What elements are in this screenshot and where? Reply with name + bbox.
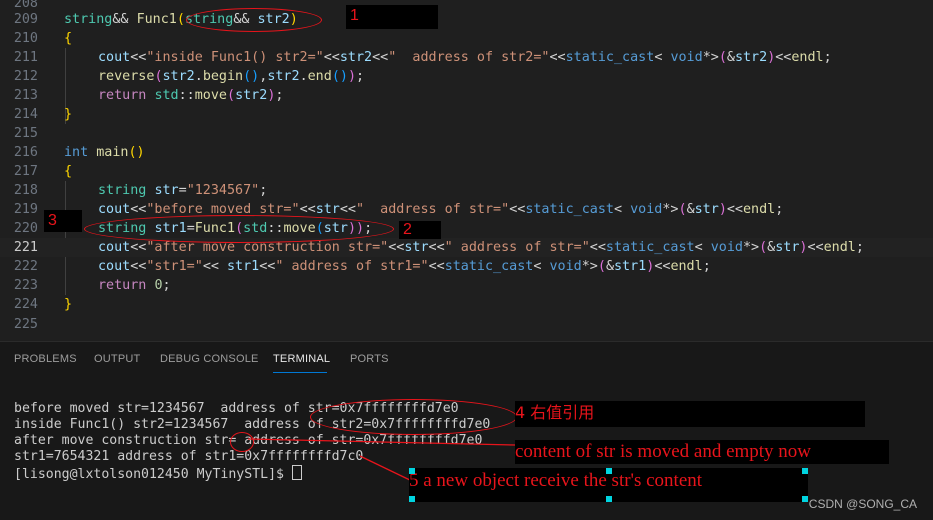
terminal-line: after move construction str= address of … (14, 433, 483, 448)
terminal-prompt-line[interactable]: [lisong@lxtolson012450 MyTinySTL]$ (14, 465, 302, 483)
selection-handle[interactable] (606, 496, 612, 502)
code-line-215: 215 (13, 126, 38, 141)
selection-handle[interactable] (606, 468, 612, 474)
code-line-214: 214} (13, 107, 73, 122)
terminal-prompt: [lisong@lxtolson012450 MyTinySTL]$ (14, 467, 292, 482)
tab-debug-console[interactable]: DEBUG CONSOLE (160, 353, 259, 365)
bottom-panel: PROBLEMS OUTPUT DEBUG CONSOLE TERMINAL P… (0, 341, 933, 520)
terminal-line: str1=7654321 address of str1=0x7ffffffff… (14, 449, 364, 464)
code-line-220: 220 string str1=Func1(std::move(str)); (13, 221, 373, 236)
code-line-225: 225 (13, 317, 38, 332)
code-line-223: 223 return 0; (13, 278, 171, 293)
tab-output[interactable]: OUTPUT (94, 353, 140, 365)
annotation-label-2: 2 (399, 221, 441, 239)
code-line-217: 217{ (13, 164, 73, 179)
tab-terminal[interactable]: TERMINAL (273, 353, 330, 365)
code-line-222: 222 cout<<"str1="<< str1<<" address of st… (13, 259, 711, 274)
terminal-line: before moved str=1234567 address of str=… (14, 401, 459, 416)
code-line-212: 212 reverse(str2.begin(),str2.end()); (13, 69, 365, 84)
active-tab-indicator (273, 372, 327, 373)
code-line-211: 211 cout<<"inside Func1() str2="<<str2<<"… (13, 50, 832, 65)
code-line-219: 219 cout<<"before moved str="<<str<<" add… (13, 202, 784, 217)
code-line-224: 224} (13, 297, 73, 312)
selection-handle[interactable] (802, 468, 808, 474)
code-line-216: 216 int main() (13, 145, 145, 160)
tab-ports[interactable]: PORTS (350, 353, 389, 365)
annotation-label-1: 1 (346, 5, 438, 29)
code-line-210: 210{ (13, 31, 73, 46)
terminal-line: inside Func1() str2=1234567 address of s… (14, 417, 491, 432)
selection-handle[interactable] (409, 468, 415, 474)
annotation-arrow-line (359, 455, 415, 483)
selection-handle[interactable] (409, 496, 415, 502)
terminal-cursor (291, 465, 302, 480)
watermark: CSDN @SONG_CA (808, 497, 917, 511)
tab-problems[interactable]: PROBLEMS (14, 353, 77, 365)
annotation-note-content-moved: content of str is moved and empty now (515, 440, 889, 464)
selection-handle[interactable] (802, 496, 808, 502)
annotation-label-3: 3 (44, 210, 82, 232)
code-line-213: 213 return std::move(str2); (13, 88, 284, 103)
code-editor[interactable]: 208 209 string&& Func1(string&& str2) 210… (0, 0, 933, 341)
code-line-221-current: 221 cout<<"after move construction str="<… (0, 238, 933, 257)
code-line-209: 209 string&& Func1(string&& str2) (13, 12, 298, 27)
annotation-note-rvalue-ref: 4 右值引用 (515, 401, 865, 427)
code-line-218: 218 string str="1234567"; (13, 183, 268, 198)
